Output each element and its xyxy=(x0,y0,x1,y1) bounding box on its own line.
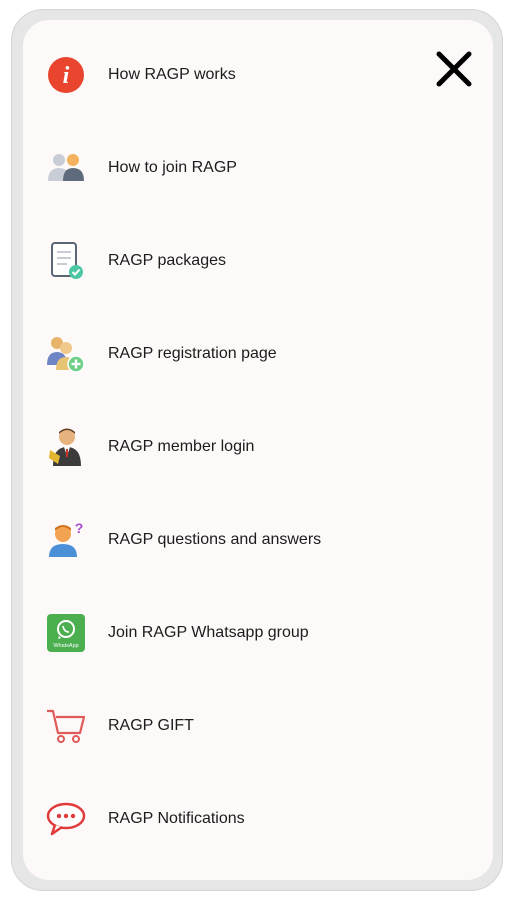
menu-item-notifications[interactable]: RAGP Notifications xyxy=(45,791,425,847)
svg-text:i: i xyxy=(63,63,70,89)
document-check-icon xyxy=(45,240,87,282)
menu-item-label: RAGP packages xyxy=(108,252,226,269)
users-icon xyxy=(45,147,87,189)
phone-frame: i How RAGP works How to join RAGP RAGP p… xyxy=(11,9,503,891)
menu-item-registration[interactable]: RAGP registration page xyxy=(45,326,425,382)
menu-item-label: RAGP Notifications xyxy=(108,810,245,827)
menu-item-label: Join RAGP Whatsapp group xyxy=(108,624,309,641)
whatsapp-icon: WhatsApp xyxy=(45,612,87,654)
menu-item-member-login[interactable]: RAGP member login xyxy=(45,419,425,475)
menu-item-how-to-join[interactable]: How to join RAGP xyxy=(45,140,425,196)
chat-bubble-icon xyxy=(45,798,87,840)
menu-item-gift[interactable]: RAGP GIFT xyxy=(45,698,425,754)
menu-screen: i How RAGP works How to join RAGP RAGP p… xyxy=(23,20,493,880)
menu-item-qa[interactable]: ? RAGP questions and answers xyxy=(45,512,425,568)
member-login-icon xyxy=(45,426,87,468)
close-icon xyxy=(436,51,472,87)
menu-item-label: RAGP registration page xyxy=(108,345,277,362)
question-user-icon: ? xyxy=(45,519,87,561)
menu-item-label: How RAGP works xyxy=(108,66,236,83)
menu-item-how-ragp-works[interactable]: i How RAGP works xyxy=(45,47,425,103)
svg-text:WhatsApp: WhatsApp xyxy=(53,643,78,649)
add-user-icon xyxy=(45,333,87,375)
menu-item-whatsapp[interactable]: WhatsApp Join RAGP Whatsapp group xyxy=(45,605,425,661)
menu-item-label: RAGP questions and answers xyxy=(108,531,322,548)
svg-text:?: ? xyxy=(75,520,84,536)
cart-icon xyxy=(45,705,87,747)
menu-item-packages[interactable]: RAGP packages xyxy=(45,233,425,289)
menu-item-label: RAGP GIFT xyxy=(108,717,194,734)
info-icon: i xyxy=(45,54,87,96)
menu-item-label: RAGP member login xyxy=(108,438,255,455)
close-button[interactable] xyxy=(433,48,475,90)
menu-item-label: How to join RAGP xyxy=(108,159,237,176)
